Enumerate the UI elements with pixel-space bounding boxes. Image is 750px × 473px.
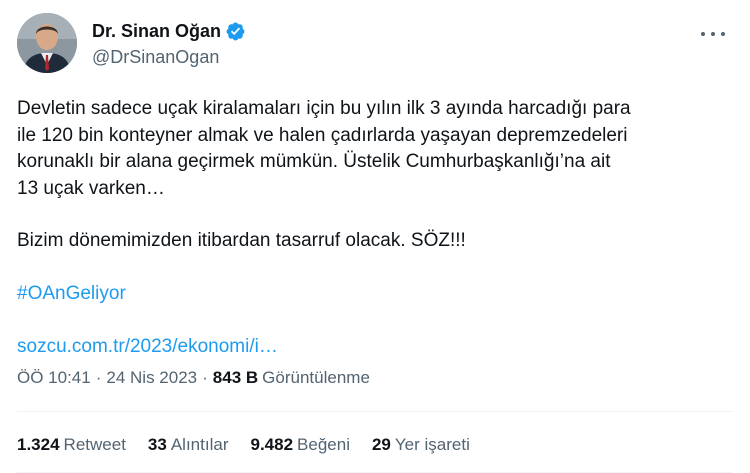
user-handle[interactable]: @DrSinanOgan bbox=[92, 47, 246, 68]
stat-label: Yer işareti bbox=[394, 435, 470, 454]
tweet-line: ile 120 bin konteyner almak ve halen çad… bbox=[17, 124, 628, 146]
tweet-meta: ÖÖ 10:41 · 24 Nis 2023 · 843 B Görüntüle… bbox=[17, 368, 370, 388]
tweet-line: Bizim dönemimizden itibardan tasarruf ol… bbox=[17, 230, 466, 252]
stat-label: Beğeni bbox=[297, 435, 350, 454]
display-name[interactable]: Dr. Sinan Oğan bbox=[92, 21, 221, 42]
avatar-photo bbox=[17, 13, 77, 73]
stat-count: 33 bbox=[147, 435, 167, 454]
meta-separator: · bbox=[202, 368, 208, 387]
more-dot bbox=[701, 32, 705, 36]
tweet-time[interactable]: ÖÖ 10:41 bbox=[17, 368, 91, 388]
retweets-stat[interactable]: 1.324 Retweet bbox=[17, 435, 126, 455]
tweet-line: korunaklı bir alana geçirmek mümkün. Üst… bbox=[17, 151, 611, 173]
stat-count: 9.482 bbox=[250, 435, 294, 454]
divider bbox=[17, 411, 733, 412]
verified-badge-icon bbox=[226, 22, 245, 40]
views-count: 843 B bbox=[212, 368, 259, 387]
meta-separator: · bbox=[95, 368, 102, 387]
tweet-date[interactable]: 24 Nis 2023 bbox=[106, 368, 197, 388]
quotes-stat[interactable]: 33 Alıntılar bbox=[148, 435, 229, 455]
more-options-icon[interactable] bbox=[698, 24, 728, 44]
likes-stat[interactable]: 9.482 Beğeni bbox=[250, 435, 349, 455]
url-link[interactable]: sozcu.com.tr/2023/ekonomi/i… bbox=[17, 334, 737, 361]
tweet-line: 13 uçak varken… bbox=[17, 177, 165, 199]
avatar[interactable] bbox=[17, 13, 77, 73]
views-label: Görüntülenme bbox=[262, 368, 370, 387]
tweet-line: Devletin sadece uçak kiralamaları için b… bbox=[17, 98, 631, 119]
more-dot bbox=[711, 32, 715, 36]
tweet-card: Dr. Sinan Oğan @DrSinanOgan Devletin sad… bbox=[0, 0, 750, 473]
stat-count: 1.324 bbox=[17, 435, 60, 454]
stat-count: 29 bbox=[371, 435, 391, 454]
stat-label: Retweet bbox=[63, 435, 126, 454]
bookmarks-stat[interactable]: 29 Yer işareti bbox=[372, 435, 470, 455]
hashtag-link[interactable]: #OAnGeliyor bbox=[17, 281, 737, 308]
author-block: Dr. Sinan Oğan @DrSinanOgan bbox=[92, 19, 246, 68]
more-dot bbox=[721, 32, 725, 36]
tweet-text: Devletin sadece uçak kiralamaları için b… bbox=[17, 96, 737, 360]
stat-label: Alıntılar bbox=[170, 435, 229, 454]
engagement-stats: 1.324 Retweet 33 Alıntılar 9.482 Beğeni … bbox=[17, 435, 492, 455]
